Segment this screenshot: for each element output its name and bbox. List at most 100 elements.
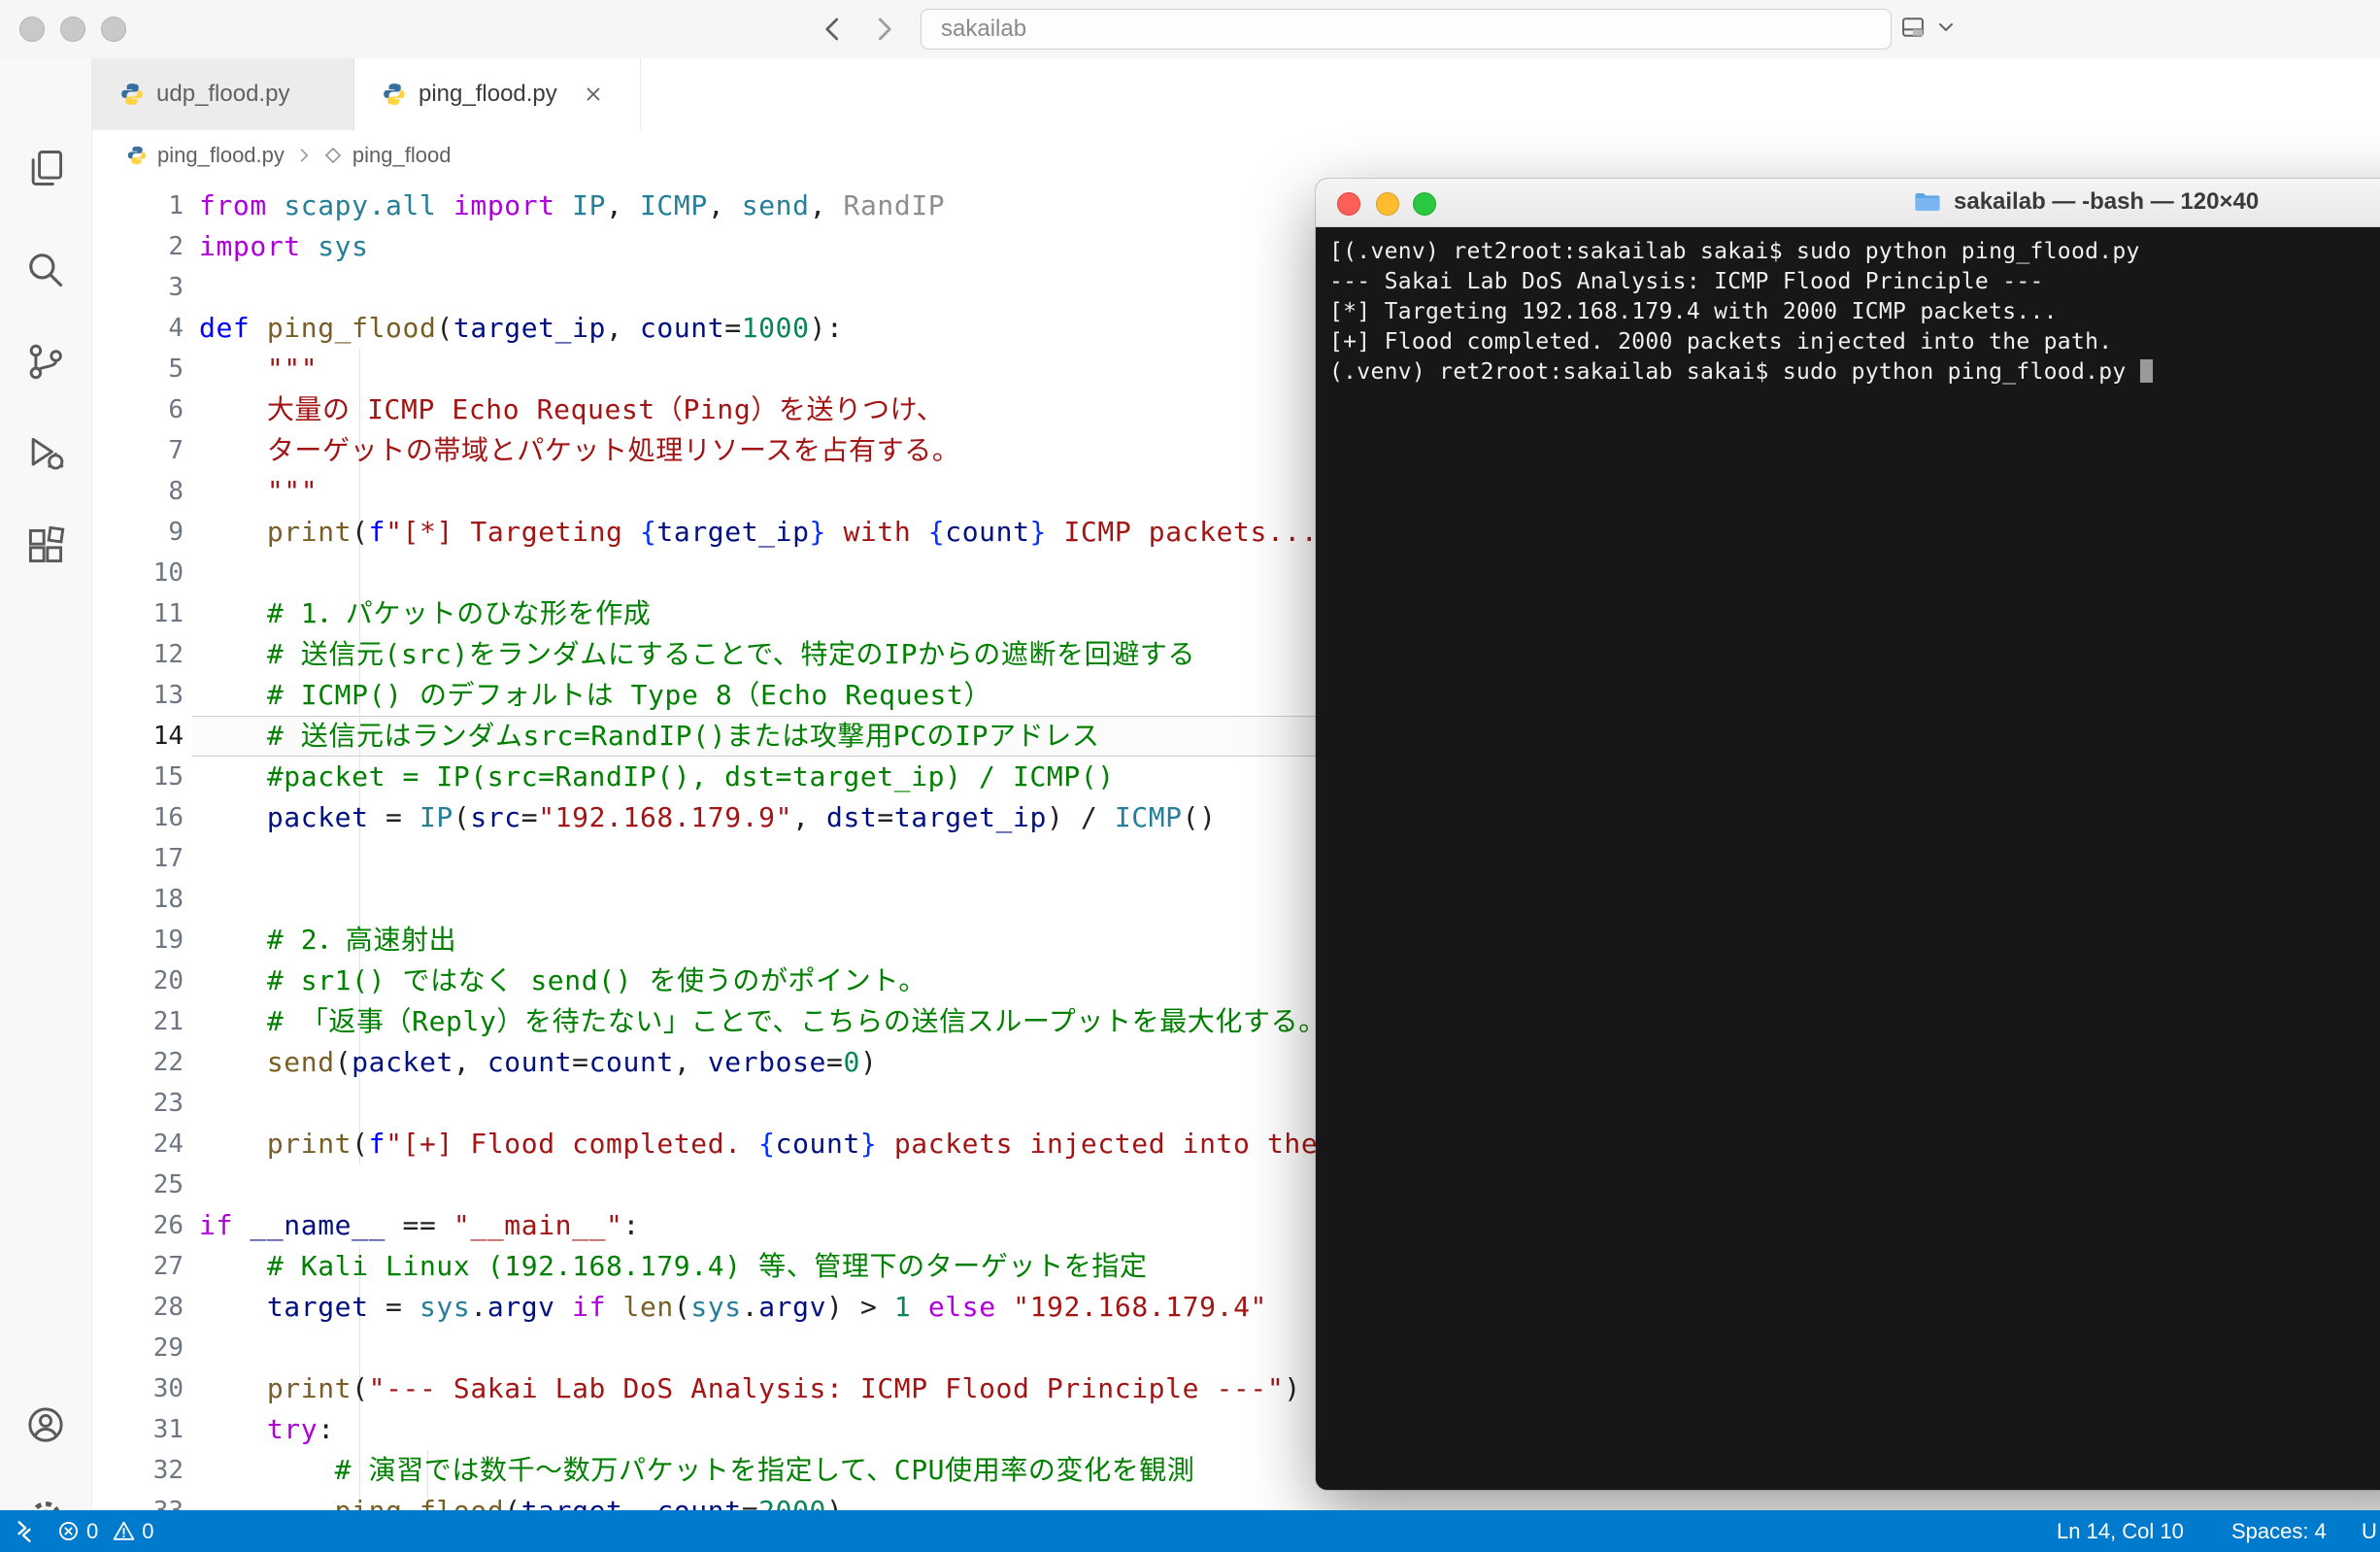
terminal-window[interactable]: sakailab — -bash — 120×40 [(.venv) ret2r… — [1316, 179, 2380, 1490]
terminal-zoom-button[interactable] — [1413, 192, 1436, 216]
problems-indicator[interactable]: 0 0 — [56, 1519, 154, 1544]
terminal-content[interactable]: [(.venv) ret2root:sakailab sakai$ sudo p… — [1316, 227, 2380, 1490]
code-line[interactable]: # 1．パケットのひな形を作成 — [199, 593, 1454, 634]
code-line[interactable]: ターゲットの帯域とパケット処理リソースを占有する。 — [199, 430, 1454, 471]
sidebar-item-explorer[interactable] — [22, 145, 69, 191]
command-center-search[interactable]: sakailab — [921, 9, 1892, 50]
code-line[interactable]: #packet = IP(src=RandIP(), dst=target_ip… — [199, 757, 1454, 797]
breadcrumb-symbol[interactable]: ping_flood — [352, 143, 452, 168]
customize-layout-button[interactable] — [1899, 14, 1927, 41]
code-line[interactable]: 大量の ICMP Echo Request（Ping）を送りつけ、 — [199, 389, 1454, 430]
code-line[interactable]: print("--- Sakai Lab DoS Analysis: ICMP … — [199, 1368, 1454, 1409]
code-line[interactable]: print(f"[+] Flood completed. {count} pac… — [199, 1124, 1454, 1164]
warning-icon — [113, 1521, 135, 1540]
chevron-right-icon — [300, 148, 309, 162]
code-line[interactable]: """ — [199, 349, 1454, 389]
layout-dropdown-button[interactable] — [1934, 16, 1958, 39]
sidebar-item-account[interactable] — [22, 1401, 69, 1448]
line-number: 8 — [168, 477, 184, 506]
code-line[interactable] — [199, 1164, 1454, 1205]
line-number: 10 — [152, 558, 184, 588]
line-number: 29 — [152, 1333, 184, 1363]
error-count: 0 — [86, 1518, 99, 1543]
remote-icon — [17, 1520, 31, 1542]
code-line[interactable]: # 2．高速射出 — [199, 920, 1454, 961]
breadcrumb: ping_flood.py ping_flood — [92, 130, 2380, 180]
code-line[interactable]: ping_flood(target, count=2000) — [199, 1491, 1454, 1510]
line-number: 17 — [152, 844, 184, 873]
code-line[interactable] — [199, 879, 1454, 920]
line-number: 21 — [152, 1007, 184, 1036]
tab-close-button[interactable] — [579, 80, 608, 109]
code-line[interactable]: import sys — [199, 226, 1454, 267]
code-line[interactable]: def ping_flood(target_ip, count=1000): — [199, 308, 1454, 349]
sidebar-item-search[interactable] — [22, 247, 69, 293]
code-line[interactable] — [199, 1328, 1454, 1368]
terminal-line: (.venv) ret2root:sakailab sakai$ sudo py… — [1329, 357, 2380, 388]
screen: sakailab udp_flood.py ping_flood.py ping… — [0, 0, 2380, 1552]
code-line[interactable]: """ — [199, 471, 1454, 512]
terminal-line: --- Sakai Lab DoS Analysis: ICMP Flood P… — [1329, 269, 2044, 294]
code-line[interactable] — [199, 1083, 1454, 1124]
code-line[interactable]: # 送信元(src)をランダムにすることで、特定のIPからの遮断を回避する — [199, 634, 1454, 675]
code-line[interactable] — [199, 553, 1454, 593]
tab-bar: udp_flood.py ping_flood.py — [92, 58, 2380, 130]
editor-code-area[interactable]: from scapy.all import IP, ICMP, send, Ra… — [199, 186, 1454, 1510]
minimize-window-button[interactable] — [60, 17, 85, 42]
line-number: 12 — [152, 640, 184, 669]
code-line[interactable]: # 送信元はランダムsrc=RandIP()または攻撃用PCのIPアドレス — [199, 716, 1454, 757]
python-file-icon — [384, 84, 405, 105]
arrow-right-icon — [878, 17, 891, 41]
zoom-window-button[interactable] — [101, 17, 126, 42]
error-icon — [59, 1522, 78, 1540]
close-window-button[interactable] — [19, 17, 45, 42]
code-line[interactable]: # 演習では数千〜数万パケットを指定して、CPU使用率の変化を観測 — [199, 1450, 1454, 1491]
editor-gutter: 1 2 3 4 5 6 7 8 9 10 11 12 13 14 15 16 17 18 19 20 21 22 23 24 2… — [92, 186, 199, 1510]
line-number: 9 — [168, 518, 184, 547]
code-line[interactable]: packet = IP(src="192.168.179.9", dst=tar… — [199, 797, 1454, 838]
extensions-icon — [28, 525, 65, 563]
code-line[interactable]: # 「返事（Reply）を待たない」ことで、こちらの送信スループットを最大化する… — [199, 1001, 1454, 1042]
line-number: 30 — [152, 1374, 184, 1403]
symbol-icon — [324, 147, 342, 163]
code-line[interactable] — [199, 838, 1454, 879]
code-line[interactable]: target = sys.argv if len(sys.argv) > 1 e… — [199, 1287, 1454, 1328]
cursor-position-indicator[interactable]: Ln 14, Col 10 — [2057, 1510, 2184, 1552]
terminal-minimize-button[interactable] — [1376, 192, 1399, 216]
tab-udp-flood[interactable]: udp_flood.py — [92, 58, 354, 130]
sidebar-item-extensions[interactable] — [22, 523, 69, 569]
remote-indicator[interactable] — [12, 1519, 37, 1544]
line-number: 18 — [152, 885, 184, 914]
code-line[interactable]: if __name__ == "__main__": — [199, 1205, 1454, 1246]
line-number: 5 — [168, 354, 184, 384]
line-number: 27 — [152, 1252, 184, 1281]
line-number: 23 — [152, 1089, 184, 1118]
terminal-cursor — [2139, 359, 2153, 383]
code-line[interactable]: from scapy.all import IP, ICMP, send, Ra… — [199, 186, 1454, 226]
navigate-back-button[interactable] — [814, 8, 853, 51]
breadcrumb-file[interactable]: ping_flood.py — [157, 143, 285, 168]
indentation-indicator[interactable]: Spaces: 4 — [2231, 1510, 2327, 1552]
code-line[interactable]: # ICMP() のデフォルトは Type 8（Echo Request） — [199, 675, 1454, 716]
activity-bar — [0, 58, 92, 1533]
line-number: 19 — [152, 926, 184, 955]
line-number: 28 — [152, 1293, 184, 1322]
line-number: 7 — [168, 436, 184, 465]
code-line[interactable]: try: — [199, 1409, 1454, 1450]
terminal-titlebar[interactable]: sakailab — -bash — 120×40 — [1316, 179, 2380, 227]
code-line[interactable]: print(f"[*] Targeting {target_ip} with {… — [199, 512, 1454, 553]
python-file-icon — [121, 84, 143, 105]
code-line[interactable]: send(packet, count=count, verbose=0) — [199, 1042, 1454, 1083]
tab-ping-flood[interactable]: ping_flood.py — [354, 58, 641, 130]
line-number: 11 — [152, 599, 184, 628]
code-line[interactable]: # Kali Linux (192.168.179.4) 等、管理下のターゲット… — [199, 1246, 1454, 1287]
run-and-debug-icon — [31, 437, 64, 470]
navigate-forward-button[interactable] — [864, 8, 903, 51]
encoding-indicator[interactable]: U — [2362, 1510, 2377, 1552]
sidebar-item-source-control[interactable] — [22, 338, 69, 385]
code-line[interactable]: # sr1() ではなく send() を使うのがポイント。 — [199, 961, 1454, 1001]
status-bar: 0 0 Ln 14, Col 10 Spaces: 4 U — [0, 1510, 2380, 1552]
sidebar-item-run-debug[interactable] — [22, 430, 69, 477]
code-line[interactable] — [199, 267, 1454, 308]
terminal-close-button[interactable] — [1337, 192, 1360, 216]
